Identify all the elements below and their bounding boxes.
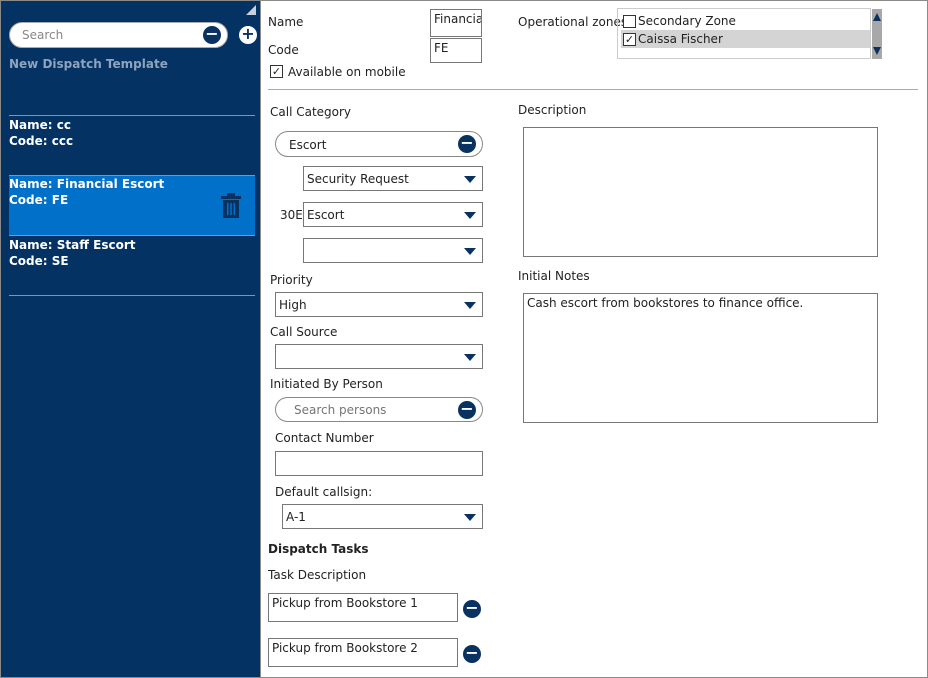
- call-category-label: Call Category: [270, 105, 352, 119]
- divider: [268, 89, 918, 90]
- priority-dropdown[interactable]: High: [275, 292, 483, 317]
- list-item-selected[interactable]: Name: Financial Escort Code: FE: [9, 176, 255, 235]
- name-label: Name: [268, 15, 304, 29]
- template-form: Name Financial Code FE ✓ Available on mo…: [261, 0, 928, 678]
- list-item[interactable]: Name: cc Code: ccc: [9, 117, 255, 175]
- contact-number-field[interactable]: [275, 451, 483, 476]
- clear-category-icon[interactable]: −: [458, 135, 476, 153]
- zone-label: Caissa Fischer: [638, 32, 723, 46]
- zones-label: Operational zones:: [518, 15, 632, 29]
- notes-field[interactable]: Cash escort from bookstores to finance o…: [523, 293, 878, 423]
- list-item[interactable]: Name: Staff Escort Code: SE: [9, 237, 255, 295]
- clear-person-icon[interactable]: −: [458, 401, 476, 419]
- mobile-checkbox[interactable]: ✓: [270, 65, 283, 78]
- task-field[interactable]: Pickup from Bookstore 2: [268, 638, 458, 667]
- person-search-input[interactable]: [294, 403, 454, 417]
- zone-item[interactable]: ✓ Caissa Fischer: [621, 30, 870, 48]
- call-category-picker[interactable]: Escort −: [275, 131, 483, 157]
- initiated-label: Initiated By Person: [270, 377, 383, 391]
- item-name: Name: Staff Escort: [9, 238, 136, 252]
- description-label: Description: [518, 103, 587, 117]
- callsign-label: Default callsign:: [275, 485, 373, 499]
- remove-task-icon[interactable]: −: [463, 600, 481, 618]
- search-input[interactable]: [22, 28, 202, 42]
- divider: [9, 115, 255, 116]
- add-template-button[interactable]: +: [239, 26, 257, 44]
- notes-label: Initial Notes: [518, 269, 590, 283]
- subcategory-1-dropdown[interactable]: Security Request: [303, 166, 483, 191]
- divider: [9, 295, 255, 296]
- zone-item[interactable]: Secondary Zone: [621, 12, 853, 30]
- call-category-value: Escort: [289, 138, 327, 152]
- call-source-label: Call Source: [270, 325, 338, 339]
- subcategory-2-dropdown[interactable]: Escort: [303, 202, 483, 227]
- clear-search-icon[interactable]: −: [203, 26, 221, 44]
- code-field[interactable]: FE: [430, 38, 482, 63]
- zones-list: Secondary Zone ✓ Caissa Fischer: [617, 8, 882, 59]
- dispatch-tasks-heading: Dispatch Tasks: [268, 542, 369, 556]
- zone-label: Secondary Zone: [638, 14, 736, 28]
- item-code: Code: SE: [9, 254, 69, 268]
- trash-icon[interactable]: [219, 193, 243, 218]
- item-name: Name: cc: [9, 118, 71, 132]
- task-field[interactable]: Pickup from Bookstore 1: [268, 593, 458, 622]
- name-field[interactable]: Financial: [430, 9, 482, 37]
- zone-checkbox[interactable]: ✓: [623, 33, 636, 46]
- mobile-label: Available on mobile: [288, 65, 406, 79]
- remove-task-icon[interactable]: −: [463, 645, 481, 663]
- new-dispatch-template-link[interactable]: New Dispatch Template: [9, 57, 168, 71]
- subcategory-code: 30E: [280, 208, 303, 222]
- person-search[interactable]: −: [275, 397, 483, 422]
- zone-checkbox[interactable]: [623, 15, 636, 28]
- callsign-dropdown[interactable]: A-1: [282, 504, 483, 529]
- task-description-label: Task Description: [268, 568, 367, 582]
- collapse-corner-icon[interactable]: [246, 5, 256, 15]
- code-label: Code: [268, 43, 299, 57]
- scroll-up-icon[interactable]: [873, 13, 881, 21]
- divider: [9, 235, 255, 236]
- scroll-down-icon[interactable]: [873, 47, 881, 55]
- contact-label: Contact Number: [275, 431, 374, 445]
- priority-label: Priority: [270, 273, 313, 287]
- template-sidebar: − + New Dispatch Template Name: cc Code:…: [0, 0, 261, 678]
- subcategory-3-dropdown[interactable]: [303, 238, 483, 263]
- search-box[interactable]: −: [9, 22, 228, 48]
- description-field[interactable]: [523, 127, 878, 257]
- item-code: Code: ccc: [9, 134, 74, 148]
- call-source-dropdown[interactable]: [275, 344, 483, 369]
- zones-scrollbar[interactable]: [872, 9, 882, 59]
- item-name: Name: Financial Escort: [9, 177, 165, 191]
